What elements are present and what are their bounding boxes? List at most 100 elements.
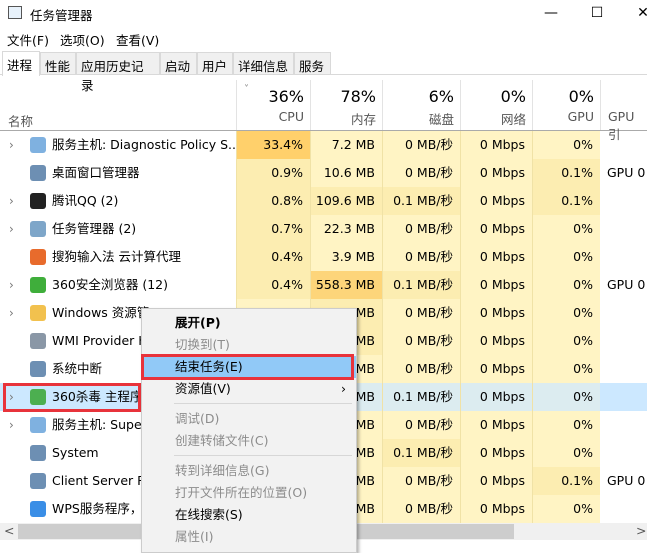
process-row[interactable]: › 任务管理器 (2) 0.7% 22.3 MB 0 MB/秒 0 Mbps 0%: [0, 215, 647, 243]
menu-item-label: 创建转储文件(C): [175, 433, 269, 448]
header-col-0[interactable]: 36% CPU: [236, 80, 310, 130]
net-cell: 0 Mbps: [460, 327, 532, 355]
net-cell: 0 Mbps: [460, 411, 532, 439]
expand-chevron-icon[interactable]: ›: [9, 187, 14, 215]
disk-cell: 0.1 MB/秒: [382, 271, 460, 299]
expand-chevron-icon[interactable]: ›: [9, 215, 14, 243]
menu-item-1[interactable]: 切换到(T): [142, 334, 356, 356]
cpu-cell: 0.8%: [236, 187, 310, 215]
net-cell: 0 Mbps: [460, 355, 532, 383]
gpu-cell: 0%: [532, 131, 600, 159]
gpu-engine-cell: [600, 327, 607, 355]
header-label: GPU: [567, 109, 594, 124]
process-row[interactable]: › 腾讯QQ (2) 0.8% 109.6 MB 0.1 MB/秒 0 Mbps 0.1%: [0, 187, 647, 215]
disk-cell: 0.1 MB/秒: [382, 439, 460, 467]
disk-cell: 0 MB/秒: [382, 215, 460, 243]
menu-item-8[interactable]: 转到详细信息(G): [142, 460, 356, 482]
cpu-cell: 0.9%: [236, 159, 310, 187]
tab-processes[interactable]: 进程: [2, 51, 40, 76]
menu-item-label: 转到详细信息(G): [175, 463, 270, 478]
sogou-icon: [30, 249, 46, 265]
maximize-button[interactable]: ☐: [582, 3, 612, 23]
gpu-engine-cell: [600, 411, 607, 439]
header-col-4[interactable]: 0% GPU: [532, 80, 600, 130]
menu-options[interactable]: 选项(O): [60, 30, 105, 49]
process-row[interactable]: 桌面窗口管理器 0.9% 10.6 MB 0 MB/秒 0 Mbps 0.1% GPU 0: [0, 159, 647, 187]
window-icon: [30, 165, 46, 181]
header-col-2[interactable]: 6% 磁盘: [382, 80, 460, 130]
gpu-engine-cell: [600, 215, 607, 243]
menu-view[interactable]: 查看(V): [116, 30, 159, 49]
menu-item-10[interactable]: 在线搜索(S): [142, 504, 356, 526]
disk-cell: 0 MB/秒: [382, 243, 460, 271]
menu-item-5[interactable]: 调试(D): [142, 408, 356, 430]
process-name: Windows 资源管: [52, 305, 150, 320]
gpu-cell: 0%: [532, 299, 600, 327]
process-name: 系统中断: [52, 361, 103, 376]
menu-bar: 文件(F) 选项(O) 查看(V): [0, 28, 647, 48]
folder-icon: [30, 305, 46, 321]
tab-startup[interactable]: 启动: [160, 52, 197, 75]
expand-chevron-icon[interactable]: ›: [9, 411, 14, 439]
gpu-cell: 0%: [532, 271, 600, 299]
scroll-left-icon[interactable]: <: [4, 523, 14, 538]
header-label: CPU: [278, 109, 304, 124]
process-name-cell[interactable]: › 服务主机: Diagnostic Policy S...: [0, 131, 236, 159]
gpu-cell: 0%: [532, 411, 600, 439]
process-row[interactable]: › 服务主机: Diagnostic Policy S... 33.4% 7.2 MB…: [0, 131, 647, 159]
gpu-cell: 0%: [532, 327, 600, 355]
menu-item-11[interactable]: 属性(I): [142, 526, 356, 548]
gpu-cell: 0.1%: [532, 187, 600, 215]
process-name-cell[interactable]: 桌面窗口管理器: [0, 159, 236, 187]
header-col-1[interactable]: 78% 内存: [310, 80, 382, 130]
expand-chevron-icon[interactable]: ›: [9, 299, 14, 327]
expand-chevron-icon[interactable]: ›: [9, 131, 14, 159]
tab-performance[interactable]: 性能: [40, 52, 76, 75]
process-name-cell[interactable]: › 任务管理器 (2): [0, 215, 236, 243]
gpu-engine-cell: [600, 187, 607, 215]
menu-file[interactable]: 文件(F): [7, 30, 49, 49]
menu-item-label: 调试(D): [175, 411, 220, 426]
tab-app-history[interactable]: 应用历史记录: [76, 52, 160, 93]
header-col-5[interactable]: GPU 引: [600, 80, 647, 142]
disk-cell: 0.1 MB/秒: [382, 187, 460, 215]
header-col-3[interactable]: 0% 网络: [460, 80, 532, 130]
gpu-engine-cell: [600, 495, 607, 523]
mem-cell: 22.3 MB: [310, 215, 382, 243]
process-name-cell[interactable]: › 360安全浏览器 (12): [0, 271, 236, 299]
menu-item-6[interactable]: 创建转储文件(C): [142, 430, 356, 452]
process-name: WPS服务程序，拉: [52, 501, 155, 516]
minimize-button[interactable]: —: [536, 3, 566, 23]
gpu-cell: 0%: [532, 383, 600, 411]
menu-separator: [174, 403, 352, 404]
process-row[interactable]: 搜狗输入法 云计算代理 0.4% 3.9 MB 0 MB/秒 0 Mbps 0%: [0, 243, 647, 271]
cpu-cell: 33.4%: [236, 131, 310, 159]
cpu-cell: 0.4%: [236, 271, 310, 299]
window-icon: [30, 445, 46, 461]
menu-item-9[interactable]: 打开文件所在的位置(O): [142, 482, 356, 504]
gpu-engine-cell: GPU 0: [607, 473, 646, 488]
process-name: Client Server Ru: [52, 473, 154, 488]
close-button[interactable]: ✕: [628, 3, 647, 23]
disk-cell: 0 MB/秒: [382, 467, 460, 495]
gpu-cell: 0%: [532, 495, 600, 523]
mem-cell: 10.6 MB: [310, 159, 382, 187]
tab-details[interactable]: 详细信息: [233, 52, 294, 75]
header-label: 网络: [500, 112, 526, 127]
disk-cell: 0 MB/秒: [382, 131, 460, 159]
tab-services[interactable]: 服务: [294, 52, 331, 75]
menu-item-0[interactable]: 展开(P): [142, 312, 356, 334]
process-name: System: [52, 445, 99, 460]
header-name[interactable]: 名称: [8, 111, 33, 130]
scroll-right-icon[interactable]: >: [636, 523, 646, 538]
window-title: 任务管理器: [30, 8, 93, 23]
gpu-engine-cell: [600, 243, 607, 271]
menu-item-3[interactable]: 资源值(V) ›: [142, 378, 356, 400]
process-row[interactable]: › 360安全浏览器 (12) 0.4% 558.3 MB 0.1 MB/秒 0 Mbps…: [0, 271, 647, 299]
expand-chevron-icon[interactable]: ›: [9, 271, 14, 299]
tab-users[interactable]: 用户: [197, 52, 233, 75]
header-label: 磁盘: [428, 112, 454, 127]
browser360-icon: [30, 277, 46, 293]
process-name-cell[interactable]: › 腾讯QQ (2): [0, 187, 236, 215]
process-name-cell[interactable]: 搜狗输入法 云计算代理: [0, 243, 236, 271]
